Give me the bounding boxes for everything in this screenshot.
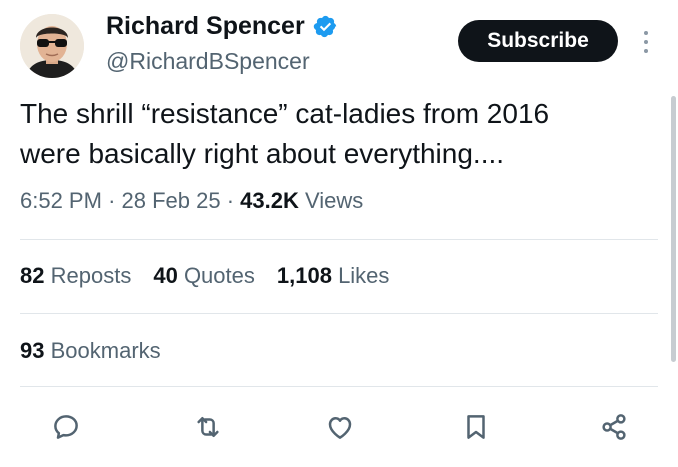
quotes-label: Quotes [183,263,255,288]
share-icon [602,414,626,440]
quotes-stat[interactable]: 40 Quotes [153,263,255,289]
tweet-text: The shrill “resistance” cat-ladies from … [20,98,550,169]
tweet-meta: 6:52 PM · 28 Feb 25 · 43.2K Views [20,188,363,214]
bookmark-icon [467,415,485,439]
likes-label: Likes [338,263,390,288]
engagement-stats: 82 Reposts 40 Quotes 1,108 Likes [20,263,389,289]
tweet-time[interactable]: 6:52 PM [20,188,102,213]
likes-count: 1,108 [276,263,332,288]
reposts-label: Reposts [50,263,132,288]
avatar[interactable] [20,14,84,78]
reposts-count: 82 [20,263,45,288]
views-label: Views [305,188,364,213]
author-handle[interactable]: @RichardBSpencer [106,48,310,75]
divider [20,313,658,314]
bookmark-button[interactable] [454,405,498,449]
tweet-actions [0,405,678,451]
meta-separator: · [108,188,116,213]
like-button[interactable] [318,405,362,449]
repost-icon [197,417,219,437]
bookmarks-label: Bookmarks [50,338,161,363]
likes-stat[interactable]: 1,108 Likes [277,263,390,289]
scrollbar[interactable] [671,96,676,362]
views-count: 43.2K [240,188,299,213]
quotes-count: 40 [153,263,178,288]
subscribe-button[interactable]: Subscribe [458,20,618,62]
author-display-name[interactable]: Richard Spencer [106,12,305,41]
like-icon [328,417,352,439]
author-name-row: Richard Spencer [106,12,338,41]
tweet-date[interactable]: 28 Feb 25 [122,188,221,213]
tweet-card: Richard Spencer @RichardBSpencer Subscri… [0,0,678,467]
share-button[interactable] [592,405,636,449]
verified-badge-icon [313,14,338,39]
more-vertical-icon[interactable] [636,28,656,56]
bookmarks-count: 93 [20,338,45,363]
bookmarks-stat[interactable]: 93 Bookmarks [20,338,161,364]
meta-separator: · [226,188,235,213]
reposts-stat[interactable]: 82 Reposts [20,263,131,289]
reply-button[interactable] [44,405,88,449]
reply-icon [54,415,78,439]
profile-avatar-image [20,14,84,78]
divider [20,239,658,240]
divider [20,386,658,387]
repost-button[interactable] [186,405,230,449]
